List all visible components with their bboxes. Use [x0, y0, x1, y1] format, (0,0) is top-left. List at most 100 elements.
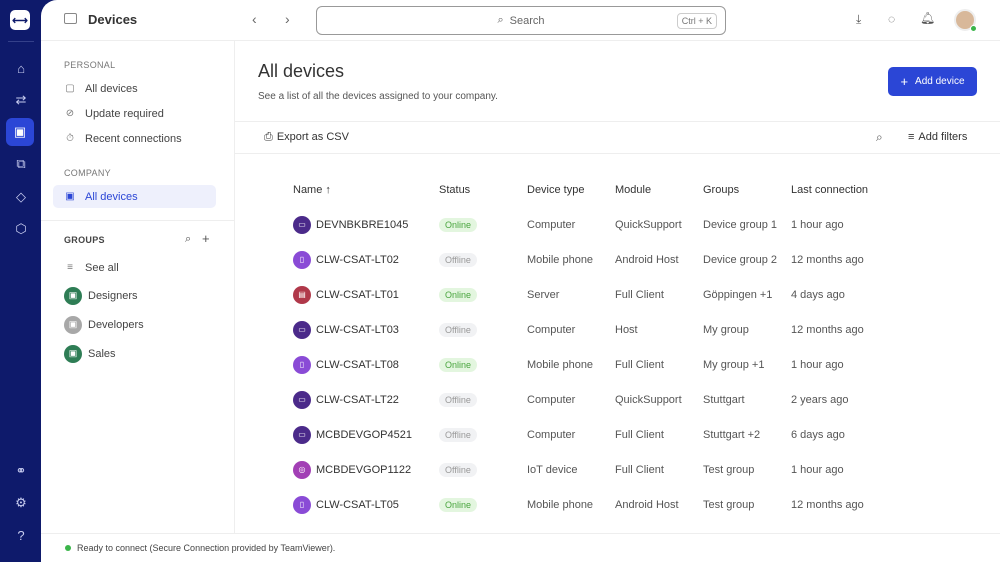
table-search-icon[interactable]: ⌕: [876, 130, 883, 145]
group-item-designers[interactable]: ▣ Designers: [53, 284, 216, 307]
devices-sidebar: PERSONAL ▢ All devices ⊘ Update required ⏱…: [41, 41, 235, 533]
add-device-label: Add device: [915, 76, 965, 87]
table-row[interactable]: ▭ CLW-CSAT-LT03 Offline Computer Host My…: [235, 312, 1000, 347]
device-type: Computer: [527, 323, 576, 336]
device-name[interactable]: CLW-CSAT-LT02: [316, 242, 399, 277]
group-item-sales[interactable]: ▣ Sales: [53, 342, 216, 365]
column-header-device-type[interactable]: Device type: [527, 184, 584, 196]
back-button[interactable]: ‹: [252, 11, 257, 27]
device-name[interactable]: CLW-CSAT-LT03: [316, 312, 399, 347]
device-name[interactable]: MCBDEVGOP4521: [316, 417, 412, 452]
last-connection: 1 hour ago: [791, 358, 844, 371]
devices-icon[interactable]: ▣: [6, 118, 34, 146]
status-badge: Offline: [439, 462, 477, 477]
table-row[interactable]: ▯ CLW-CSAT-LT02 Offline Mobile phone And…: [235, 242, 1000, 277]
export-icon: ⎙: [264, 131, 273, 143]
sidebar-divider: [41, 220, 235, 221]
device-type: Mobile phone: [527, 253, 594, 266]
export-csv-button[interactable]: ⎙ Export as CSV: [264, 131, 349, 144]
status-badge: Offline: [439, 427, 477, 442]
column-header-groups[interactable]: Groups: [703, 184, 739, 196]
table-row[interactable]: ▤ CLW-CSAT-LT01 Online Server Full Clien…: [235, 277, 1000, 312]
table-row[interactable]: ▯ CLW-CSAT-LT05 Online Mobile phone Andr…: [235, 487, 1000, 522]
device-name[interactable]: CLW-CSAT-LT01: [316, 277, 399, 312]
sidebar-item-update-required[interactable]: ⊘ Update required: [53, 102, 216, 125]
search-input[interactable]: ⌕ Search Ctrl + K: [316, 6, 726, 35]
device-icon: ▯: [293, 495, 311, 514]
status-badge: Online: [439, 217, 478, 232]
connection-status-text: Ready to connect (Secure Connection prov…: [77, 543, 336, 553]
device-name[interactable]: CLW-CSAT-LT08: [316, 347, 399, 382]
tag-icon[interactable]: ◇: [8, 184, 34, 210]
update-icon: ⊘: [65, 108, 75, 119]
status-cell: Online: [439, 347, 478, 382]
add-group-icon[interactable]: +: [202, 231, 210, 246]
table-row[interactable]: ◎ MCBDEVGOP1122 Offline IoT device Full …: [235, 452, 1000, 487]
column-header-status[interactable]: Status: [439, 184, 470, 196]
sidebar-item-recent-connections[interactable]: ⏱︎ Recent connections: [53, 127, 216, 150]
column-header-last-connection[interactable]: Last connection: [791, 184, 868, 196]
device-icon: ▤: [293, 285, 311, 304]
transfer-icon[interactable]: ⇄: [8, 87, 34, 113]
device-type: IoT device: [527, 463, 578, 476]
status-badge: Offline: [439, 322, 477, 337]
groups-search-icon[interactable]: ⌕: [185, 233, 191, 246]
settings-icon[interactable]: ⚙: [8, 490, 34, 516]
device-name[interactable]: CLW-CSAT-LT22: [316, 382, 399, 417]
search-shortcut: Ctrl + K: [676, 13, 717, 29]
device-type-icon-cell: ▯: [293, 487, 311, 522]
add-device-button[interactable]: + Add device: [888, 67, 977, 96]
table-row[interactable]: ▭ MCBDEVGOP4521 Offline Computer Full Cl…: [235, 417, 1000, 452]
add-filters-button[interactable]: ≡ Add filters: [908, 131, 967, 143]
sidebar-item-label: See all: [85, 261, 119, 274]
device-name[interactable]: MCBDEVGOP1122: [316, 452, 411, 487]
groups: Göppingen +1: [703, 288, 773, 301]
device-type: Computer: [527, 428, 576, 441]
home-icon[interactable]: ⌂: [8, 55, 34, 81]
sidebar-item-company-all-devices[interactable]: ▣ All devices: [53, 185, 216, 208]
group-label: Sales: [88, 347, 116, 360]
status-cell: Offline: [439, 417, 477, 452]
timer-icon: ⏱︎: [66, 133, 74, 144]
groups: Stuttgart: [703, 393, 745, 406]
table-row[interactable]: ▯ CLW-CSAT-LT08 Online Mobile phone Full…: [235, 347, 1000, 382]
device-type-icon-cell: ▤: [293, 277, 311, 312]
groups: Stuttgart +2: [703, 428, 761, 441]
table-row[interactable]: ▭ CLW-CSAT-LT22 Offline Computer QuickSu…: [235, 382, 1000, 417]
group-label: Designers: [88, 289, 138, 302]
filter-icon: ≡: [908, 131, 915, 143]
group-icon: ▣: [64, 315, 82, 334]
group-item-developers[interactable]: ▣ Developers: [53, 313, 216, 336]
toolbar: ⎙ Export as CSV ⌕ ≡ Add filters: [235, 121, 1000, 154]
devices-icon: ▣: [65, 191, 75, 202]
groups: My group: [703, 323, 749, 336]
download-icon[interactable]: ⤓: [856, 12, 861, 27]
device-name[interactable]: DEVNBKBRE1045: [316, 207, 408, 242]
groups-section-label: GROUPS: [64, 235, 105, 245]
table-row[interactable]: ▭ DEVNBKBRE1045 Online Computer QuickSup…: [235, 207, 1000, 242]
sidebar-toggle-icon[interactable]: [64, 13, 77, 24]
help-icon[interactable]: ?: [8, 522, 34, 548]
column-header-name[interactable]: Name ↑: [293, 184, 331, 196]
last-connection: 12 months ago: [791, 498, 864, 511]
sidebar-item-see-all[interactable]: ≡ See all: [53, 256, 216, 279]
sidebar-item-label: All devices: [85, 82, 138, 95]
sidebar-item-personal-all-devices[interactable]: ▢ All devices: [53, 77, 216, 100]
column-header-module[interactable]: Module: [615, 184, 651, 196]
device-name[interactable]: CLW-CSAT-LT05: [316, 487, 399, 522]
device-icon: ▯: [293, 250, 311, 269]
forward-button[interactable]: ›: [285, 11, 290, 27]
add-filters-label: Add filters: [918, 131, 968, 143]
groups: Test group: [703, 498, 755, 511]
group-icon: ▣: [64, 344, 82, 363]
last-connection: 12 months ago: [791, 253, 864, 266]
device-type-icon-cell: ▭: [293, 417, 311, 452]
personal-section-label: PERSONAL: [64, 60, 116, 70]
bell-icon[interactable]: 🔔︎: [920, 11, 935, 25]
chat-icon[interactable]: ◌: [888, 12, 895, 26]
security-icon[interactable]: ⬡: [8, 216, 34, 242]
sessions-icon[interactable]: ⧉: [8, 151, 34, 177]
last-connection: 6 days ago: [791, 428, 845, 441]
teamviewer-logo-icon[interactable]: ⟷: [10, 10, 30, 30]
integrations-icon[interactable]: ⚭: [8, 458, 34, 484]
